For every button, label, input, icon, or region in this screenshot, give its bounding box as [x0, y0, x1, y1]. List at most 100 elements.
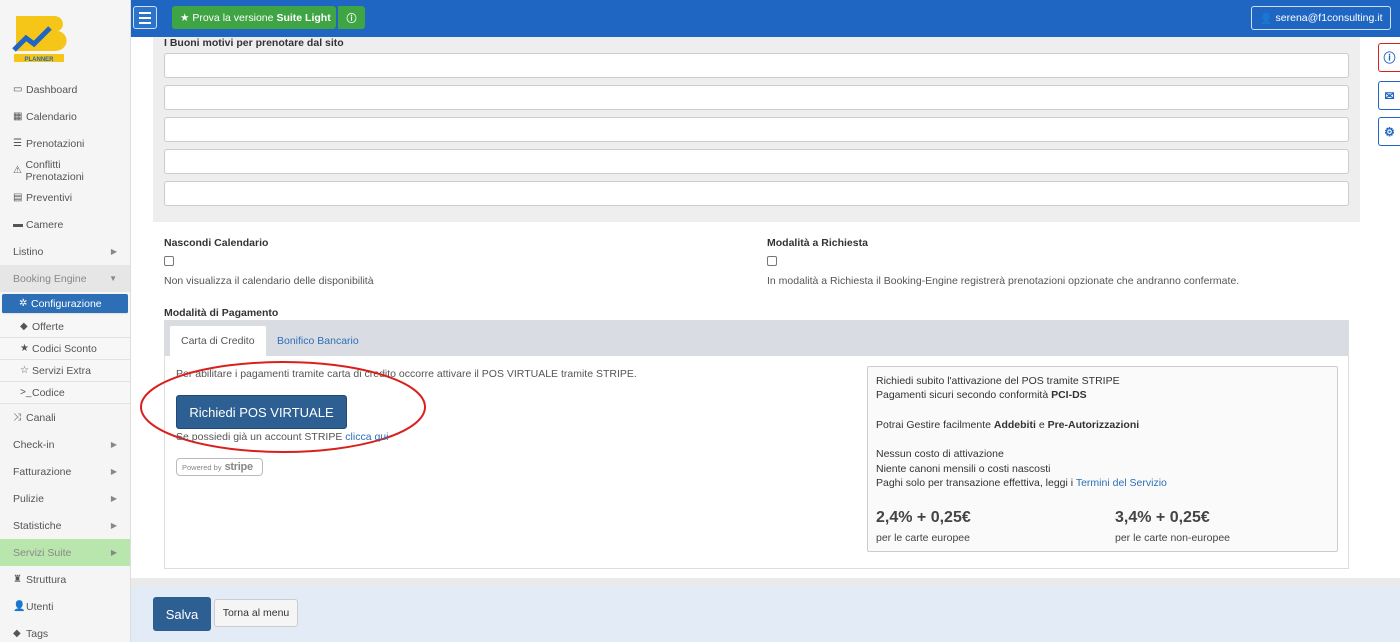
sidebar-subitem-codice[interactable]: >_ Codice [0, 382, 130, 404]
building-icon: ♜ [13, 574, 22, 585]
chevron-right-icon: ▶ [110, 494, 117, 503]
calendar-icon: ▦ [13, 111, 23, 122]
envelope-icon[interactable]: ✉ [1378, 81, 1400, 110]
tag-icon: ◆ [20, 321, 28, 332]
sidebar-nav: ▭ Dashboard ▦ Calendario ☰ Prenotazioni ⚠ Co… [0, 76, 130, 292]
top-navbar: ★ Prova la versione Suite Light ⓘ 👤 sere… [131, 0, 1400, 37]
tab-bonifico-bancario[interactable]: Bonifico Bancario [266, 325, 370, 356]
sidebar-item-preventivi[interactable]: ▤ Preventivi [0, 184, 130, 211]
request-mode-label: Modalità a Richiesta [767, 237, 868, 249]
app-logo[interactable]: PLANNER [0, 0, 130, 76]
sidebar-item-dashboard[interactable]: ▭ Dashboard [0, 76, 130, 103]
sidebar-subitem-codici-sconto[interactable]: ★ Codici Sconto [0, 338, 130, 360]
chevron-right-icon: ▶ [110, 548, 117, 557]
bed-icon: ▬ [13, 219, 23, 230]
svg-text:PLANNER: PLANNER [24, 57, 54, 63]
menu-toggle-button[interactable] [133, 6, 157, 29]
user-account-button[interactable]: 👤 serena@f1consulting.it [1251, 6, 1391, 30]
stripe-info-box: Richiedi subito l'attivazione del POS tr… [867, 366, 1338, 552]
suite-info-icon[interactable]: ⓘ [338, 6, 365, 29]
reason-input-3[interactable] [164, 117, 1349, 142]
booking-engine-submenu: ✲ Configurazione ◆ Offerte ★ Codici Sconto … [0, 294, 130, 404]
hide-calendar-help: Non visualizza il calendario delle dispo… [164, 275, 374, 287]
document-icon: ▤ [13, 192, 23, 203]
divider [131, 578, 1400, 586]
info-line: Nessun costo di attivazione [876, 448, 1004, 460]
price-non-eu: 3,4% + 0,25€ [1115, 509, 1210, 526]
request-mode-help: In modalità a Richiesta il Booking-Engin… [767, 275, 1240, 287]
stripe-logo: stripe [224, 461, 253, 473]
shuffle-icon: ⤨ [13, 412, 21, 423]
warning-icon: ⚠ [13, 165, 22, 176]
sidebar-item-servizi-suite[interactable]: Servizi Suite ▶ [0, 539, 130, 566]
sidebar-item-check-in[interactable]: Check-in ▶ [0, 431, 130, 458]
sidebar-subitem-servizi-extra[interactable]: ☆ Servizi Extra [0, 360, 130, 382]
sidebar-item-pulizie[interactable]: Pulizie ▶ [0, 485, 130, 512]
chevron-right-icon: ▶ [110, 521, 117, 530]
payment-tabs-panel: Carta di Credito Bonifico Bancario Per a… [140, 320, 1349, 569]
info-line: Paghi solo per transazione effettiva, le… [876, 477, 1167, 489]
info-line: Richiedi subito l'attivazione del POS tr… [876, 375, 1120, 387]
monitor-icon: ▭ [13, 84, 23, 95]
sidebar-item-canali[interactable]: ⤨ Canali [0, 404, 130, 431]
sidebar-item-fatturazione[interactable]: Fatturazione ▶ [0, 458, 130, 485]
hide-calendar-checkbox[interactable] [164, 256, 174, 266]
price-eu-label: per le carte europee [876, 532, 970, 544]
sidebar-item-booking-engine[interactable]: Booking Engine ▼ [0, 265, 130, 292]
sidebar-subitem-configurazione[interactable]: ✲ Configurazione [2, 294, 128, 314]
star-icon: ★ [180, 11, 193, 24]
user-icon: 👤 [1259, 12, 1276, 25]
sidebar-item-prenotazioni[interactable]: ☰ Prenotazioni [0, 130, 130, 157]
sidebar-item-tags[interactable]: ◆ Tags [0, 620, 130, 642]
reason-input-4[interactable] [164, 149, 1349, 174]
request-pos-button[interactable]: Richiedi POS VIRTUALE [176, 395, 347, 429]
price-non-eu-label: per le carte non-europee [1115, 532, 1230, 544]
info-line: Pagamenti sicuri secondo conformità PCI-… [876, 389, 1087, 401]
reasons-panel: I Buoni motivi per prenotare dal sito [153, 37, 1360, 222]
sidebar-item-calendario[interactable]: ▦ Calendario [0, 103, 130, 130]
stripe-account-link[interactable]: clicca qui [345, 431, 388, 443]
star-outline-icon: ☆ [20, 365, 29, 376]
reasons-label: I Buoni motivi per prenotare dal sito [164, 37, 344, 49]
info-line: Potrai Gestire facilmente Addebiti e Pre… [876, 419, 1140, 431]
main-content: I Buoni motivi per prenotare dal sito Na… [131, 37, 1400, 642]
back-to-menu-button[interactable]: Torna al menu [214, 599, 298, 627]
gears-icon[interactable]: ⚙ [1378, 117, 1400, 146]
reason-input-1[interactable] [164, 53, 1349, 78]
footer-actions: Salva Torna al menu [131, 586, 1400, 642]
sidebar-subitem-offerte[interactable]: ◆ Offerte [0, 316, 130, 338]
reason-input-5[interactable] [164, 181, 1349, 206]
request-mode-checkbox[interactable] [767, 256, 777, 266]
sidebar-item-listino[interactable]: Listino ▶ [0, 238, 130, 265]
tags-icon: ◆ [13, 628, 21, 639]
sidebar-item-utenti[interactable]: 👤 Utenti [0, 593, 130, 620]
info-line: Niente canoni mensili o costi nascosti [876, 463, 1051, 475]
sidebar-item-conflitti[interactable]: ⚠ Conflitti Prenotazioni [0, 157, 130, 184]
tab-carta-di-credito[interactable]: Carta di Credito [169, 325, 267, 356]
sidebar-nav-2: ⤨ Canali Check-in ▶ Fatturazione ▶ Pulizie ▶… [0, 404, 130, 642]
sidebar-item-camere[interactable]: ▬ Camere [0, 211, 130, 238]
info-icon[interactable]: ⓘ [1378, 43, 1400, 72]
stripe-account-text: Se possiedi già un account STRIPE clicca… [176, 431, 389, 443]
payment-mode-label: Modalità di Pagamento [164, 307, 279, 319]
sidebar-item-statistiche[interactable]: Statistiche ▶ [0, 512, 130, 539]
payment-tabs: Carta di Credito Bonifico Bancario [165, 321, 1348, 356]
price-eu: 2,4% + 0,25€ [876, 509, 971, 526]
save-button[interactable]: Salva [153, 597, 211, 631]
list-icon: ☰ [13, 138, 22, 149]
star-icon: ★ [20, 343, 29, 354]
terms-of-service-link[interactable]: Termini del Servizio [1076, 477, 1167, 489]
hide-calendar-label: Nascondi Calendario [164, 237, 269, 249]
terminal-icon: >_ [20, 387, 32, 398]
sidebar: PLANNER ▭ Dashboard ▦ Calendario ☰ Prenotaz… [0, 0, 131, 642]
try-suite-light-button[interactable]: ★ Prova la versione Suite Light [172, 6, 336, 29]
chevron-right-icon: ▶ [110, 247, 117, 256]
gear-icon: ✲ [19, 298, 28, 309]
sidebar-item-struttura[interactable]: ♜ Struttura [0, 566, 130, 593]
reason-input-2[interactable] [164, 85, 1349, 110]
chevron-right-icon: ▶ [110, 467, 117, 476]
chevron-right-icon: ▶ [110, 440, 117, 449]
user-icon: 👤 [13, 601, 26, 612]
powered-by-stripe-badge: Powered by stripe [176, 458, 263, 476]
chevron-down-icon: ▼ [109, 274, 117, 283]
